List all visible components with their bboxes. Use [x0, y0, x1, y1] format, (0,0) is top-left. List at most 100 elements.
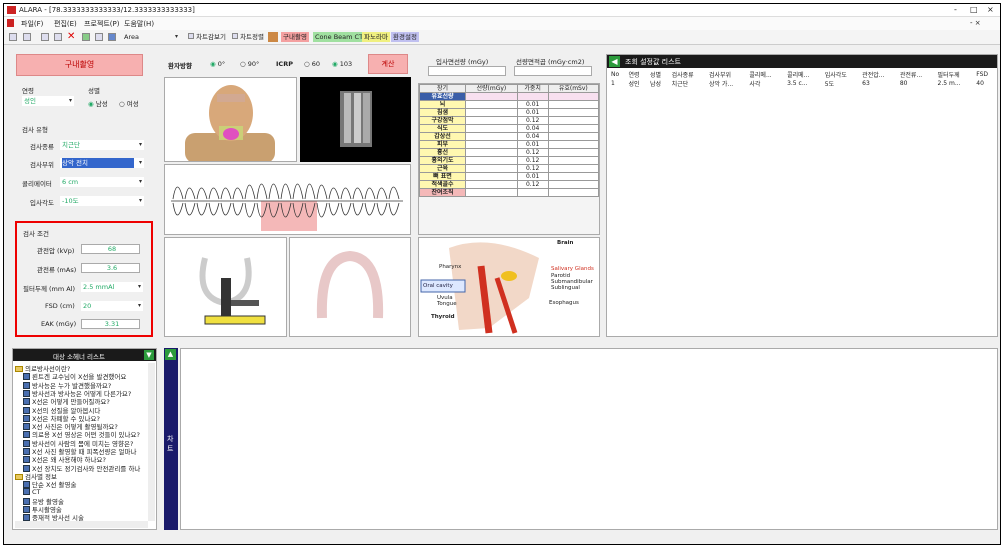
menu-help[interactable]: 도움말(H) — [124, 19, 154, 29]
results-col-fsd[interactable]: FSD — [974, 70, 997, 79]
xray-teeth-illustration — [340, 91, 372, 147]
dose-organ: 갑상선 — [419, 132, 466, 141]
exam-site-label: 검사부위 — [30, 161, 54, 169]
chart-sort-label: 차트정렬 — [240, 33, 264, 41]
dose-row[interactable]: 적색골수 0.12 — [419, 180, 600, 189]
dose-row[interactable]: 뼈 표면 0.01 — [419, 172, 600, 181]
new-file-icon[interactable] — [9, 33, 17, 41]
maximize-icon[interactable]: □ — [970, 5, 978, 14]
menu-edit[interactable]: 편집(E) — [54, 19, 77, 29]
open-file-icon[interactable] — [23, 33, 31, 41]
eak-output: 3.31 — [81, 319, 140, 329]
calculate-button[interactable]: 계산 — [368, 54, 408, 74]
dose-organ: 뼈 표면 — [419, 172, 466, 181]
dose-header-dose: 선량(mGy) — [465, 84, 518, 93]
dose-row[interactable]: 잔여조직 — [419, 188, 600, 197]
dose-row[interactable]: 근육 0.12 — [419, 164, 600, 173]
tab-settings[interactable]: 환경설정 — [391, 32, 419, 42]
menu-file[interactable]: 파일(F) — [21, 19, 43, 29]
chart-sort-button[interactable]: 차트정렬 — [230, 32, 266, 42]
dose-row[interactable]: 구강점막 0.12 — [419, 116, 600, 125]
dose-row[interactable]: 유효선량 — [419, 92, 600, 101]
fsd-select[interactable]: 20 ▾ — [81, 301, 143, 311]
cell-sex: 남성 — [650, 81, 662, 88]
icrp-radio-60[interactable]: ○ 60 — [304, 60, 320, 68]
user-icon[interactable] — [268, 32, 278, 42]
results-col-exam-type[interactable]: 검사종류 — [670, 70, 707, 79]
dose-row[interactable]: 갑상선 0.04 — [419, 132, 600, 141]
close-icon[interactable]: × — [987, 5, 994, 14]
arrow-left-icon[interactable]: ◀ — [609, 56, 620, 67]
dose-effective — [547, 132, 600, 141]
dose-effective — [547, 108, 600, 117]
collimator-select[interactable]: 6 cm ▾ — [60, 177, 144, 187]
monitor-icon[interactable] — [108, 33, 116, 41]
dose-row[interactable]: 흉선 0.12 — [419, 148, 600, 157]
arrow-up-icon[interactable]: ▲ — [165, 349, 176, 360]
app-menu-icon[interactable] — [7, 19, 14, 27]
dose-row[interactable]: 피부 0.01 — [419, 140, 600, 149]
list-item[interactable]: 중재적 방사선 시술 — [23, 512, 84, 521]
tab-cbct[interactable]: Cone Beam CT — [313, 32, 366, 42]
results-col-collimator[interactable]: 콜리메... — [747, 70, 785, 79]
tree-item-label: CT — [32, 487, 41, 496]
angle-select[interactable]: -10도 ▾ — [60, 196, 144, 206]
results-table: No 연령 성별 검사종류 검사부위 콜리메... 콜리메... 입사각도 관전… — [609, 70, 997, 88]
direction-radio-0[interactable]: ◉ 0° — [210, 60, 225, 68]
dose-row[interactable]: 식도 0.04 — [419, 124, 600, 133]
arrow-down-icon[interactable]: ▼ — [144, 350, 154, 360]
sex-radio-male[interactable]: ◉ 남성 — [88, 98, 108, 108]
menu-project[interactable]: 프로젝트(P) — [84, 19, 119, 29]
chevron-down-icon: ▾ — [137, 302, 141, 309]
results-col-angle[interactable]: 입사각도 — [823, 70, 860, 79]
dose-row[interactable]: 흉외기도 0.12 — [419, 156, 600, 165]
results-col-exam-site[interactable]: 검사부위 — [707, 70, 747, 79]
results-col-filter[interactable]: 필터두께 — [936, 70, 975, 79]
results-col-age[interactable]: 연령 — [626, 70, 648, 79]
results-col-collimator-size[interactable]: 콜리메... — [785, 70, 823, 79]
chart-view-button[interactable]: 차트감보기 — [186, 32, 228, 42]
results-col-sex[interactable]: 성별 — [648, 70, 670, 79]
dose-value — [465, 180, 518, 189]
cell-exam-site: 상악 가... — [708, 81, 734, 88]
dose-row[interactable]: 침샘 0.01 — [419, 108, 600, 117]
direction-radio-90[interactable]: ○ 90° — [240, 60, 259, 68]
tab-intraoral[interactable]: 구내촬영 — [281, 32, 309, 42]
tooth-chart[interactable] — [164, 164, 411, 235]
copy-icon[interactable] — [54, 33, 62, 41]
results-col-kvp[interactable]: 관전압... — [860, 70, 898, 79]
filter-select[interactable]: 2.5 mmAl ▾ — [81, 282, 143, 292]
exam-type-select[interactable]: 치근단 ▾ — [60, 140, 144, 150]
table-row[interactable]: 1 성인 남성 치근단 상악 가... 사각 3.5 c... 5도 63 80… — [609, 79, 997, 88]
area-select[interactable]: Area ▾ — [122, 32, 180, 42]
radio-checked-icon: ◉ — [210, 60, 216, 68]
kvp-input[interactable]: 68 — [81, 244, 140, 254]
results-col-mas[interactable]: 관전류... — [898, 70, 936, 79]
horizontal-scrollbar[interactable] — [15, 521, 148, 528]
folder-icon — [15, 473, 23, 480]
intraoral-mode-button[interactable]: 구내촬영 — [16, 54, 143, 76]
patient-direction-label: 환자방향 — [168, 62, 192, 70]
sex-radio-female[interactable]: ○ 여성 — [119, 98, 139, 108]
tab-panorama[interactable]: 파노라마 — [362, 32, 390, 42]
mdi-minimize-icon[interactable]: - × — [970, 19, 981, 27]
head-phantom-image — [164, 77, 297, 163]
print-icon[interactable] — [95, 33, 103, 41]
results-col-no[interactable]: No — [609, 70, 626, 79]
head-phantom-illustration — [185, 85, 275, 163]
list-item[interactable]: CT — [23, 487, 41, 496]
icrp-radio-103[interactable]: ◉ 103 — [332, 60, 352, 68]
vertical-scrollbar[interactable] — [148, 363, 155, 521]
mas-input[interactable]: 3.6 — [81, 263, 140, 273]
exam-site-select[interactable]: 상악 전치 ▾ — [60, 158, 144, 168]
save-icon[interactable] — [41, 33, 49, 41]
minimize-icon[interactable]: - — [954, 5, 957, 14]
export-icon[interactable] — [82, 33, 90, 41]
cell-angle: 5도 — [824, 81, 835, 88]
delete-icon[interactable]: ✕ — [67, 31, 75, 42]
dose-organ: 식도 — [419, 124, 466, 133]
conditions-section-title: 검사 조건 — [23, 230, 49, 238]
side-chart-tab[interactable]: ▲ 차트 — [164, 348, 178, 530]
age-select[interactable]: 성인 ▾ — [22, 96, 74, 106]
dose-row[interactable]: 뇌 0.01 — [419, 100, 600, 109]
